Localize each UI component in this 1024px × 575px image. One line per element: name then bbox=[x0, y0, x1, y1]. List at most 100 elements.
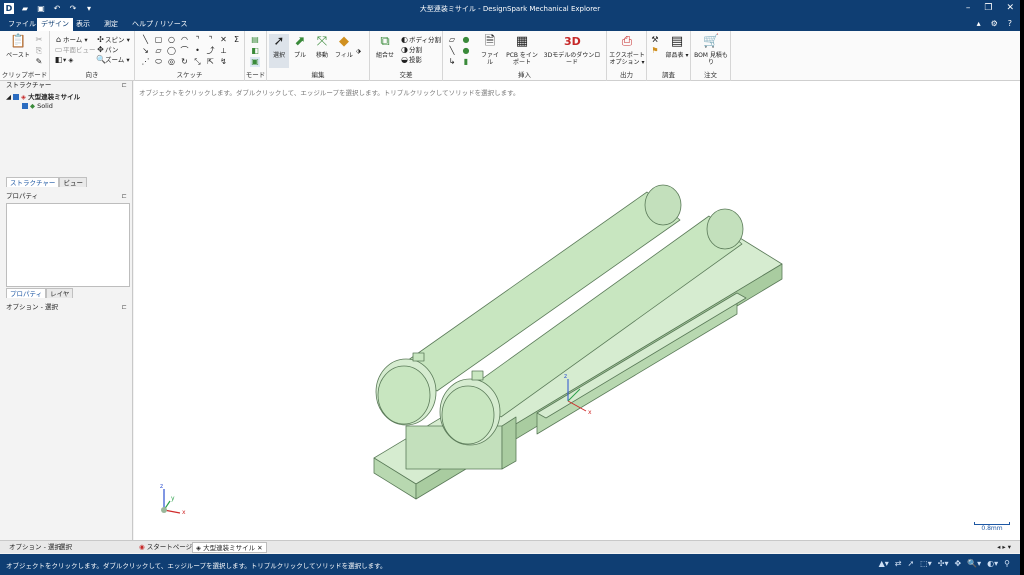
tab-file[interactable]: ファイル bbox=[4, 18, 40, 31]
split-icon: ◑ bbox=[401, 45, 408, 54]
export-options-button[interactable]: ⎙ エクスポートオプション ▾ bbox=[609, 34, 645, 66]
project-button[interactable]: ◒投影 bbox=[400, 55, 422, 65]
point-icon[interactable]: • bbox=[193, 46, 202, 56]
sketch-mode-icon[interactable]: ▤ bbox=[250, 35, 260, 45]
ellipse-icon[interactable]: ⬭ bbox=[154, 57, 163, 67]
pan-status-icon[interactable]: ✥ bbox=[954, 559, 961, 568]
title-bar: D ▰ ▣ ↶ ↷ ▾ 大型連装ミサイル - DesignSpark Mecha… bbox=[0, 0, 1020, 18]
model-canvas[interactable] bbox=[134, 81, 1020, 540]
tab-selection[interactable]: 選択 bbox=[56, 542, 75, 553]
arc2-icon[interactable]: ⌒ bbox=[180, 46, 189, 56]
move-button[interactable]: ⤧ 移動 bbox=[313, 34, 331, 59]
paste-button[interactable]: 📋 ペースト bbox=[6, 34, 30, 59]
cylinder-icon[interactable]: ▮ bbox=[461, 57, 471, 67]
copy-icon[interactable]: ⎘ bbox=[34, 46, 44, 56]
3d-mode-icon[interactable]: ▣ bbox=[250, 57, 260, 67]
plane-view-button[interactable]: ▭平面ビュー bbox=[54, 45, 96, 55]
tab-scroll-arrows[interactable]: ◂ ▸ ▾ bbox=[994, 542, 1014, 553]
select-button[interactable]: ➚ 選択 bbox=[269, 34, 289, 68]
pull-button[interactable]: ⬈ プル bbox=[291, 34, 309, 59]
axis-icon[interactable]: ╲ bbox=[447, 46, 457, 56]
circle-icon[interactable]: ○ bbox=[167, 35, 176, 45]
mirror-icon[interactable]: ⟂ bbox=[219, 46, 228, 56]
combine-button[interactable]: ⧉ 組合せ bbox=[373, 34, 397, 59]
measure-icon[interactable]: ⚒ bbox=[650, 35, 660, 45]
pin-icon[interactable]: ⊏ bbox=[122, 303, 127, 312]
group-output: ⎙ エクスポートオプション ▾ 出力 bbox=[607, 31, 647, 81]
move-sketch-icon[interactable]: ⇱ bbox=[206, 57, 215, 67]
3d-viewport[interactable]: オブジェクトをクリックします。ダブルクリックして、エッジループを選択します。トリ… bbox=[134, 81, 1020, 540]
construction-line-icon[interactable]: ⋰ bbox=[141, 57, 150, 67]
model-download-button[interactable]: 3D 3Dモデルのダウンロード bbox=[541, 34, 603, 66]
cut-icon[interactable]: ✂ bbox=[34, 35, 44, 45]
insert-file-button[interactable]: 🗎 ファイル bbox=[479, 34, 501, 66]
pin-icon[interactable]: ⊏ bbox=[122, 192, 127, 201]
bend-icon[interactable]: ↯ bbox=[219, 57, 228, 67]
check-icon[interactable]: ⚑ bbox=[650, 46, 660, 56]
settings-icon[interactable]: ⚙ bbox=[991, 19, 998, 28]
tab-views[interactable]: ビュー bbox=[59, 177, 87, 187]
sum-icon[interactable]: Σ bbox=[232, 35, 241, 45]
arc-icon[interactable]: ◠ bbox=[180, 35, 189, 45]
tree-item-solid[interactable]: ◆ Solid bbox=[6, 102, 80, 111]
cart-icon: 🛒 bbox=[703, 34, 720, 49]
close-icon[interactable]: ✕ bbox=[1006, 3, 1014, 14]
box-select-icon[interactable]: ⬚▾ bbox=[920, 559, 932, 568]
select-filter-icon[interactable]: ⇄ bbox=[895, 559, 902, 568]
tab-layers[interactable]: レイヤ bbox=[46, 288, 74, 298]
tab-document[interactable]: ◈ 大型連装ミサイル ✕ bbox=[192, 542, 267, 553]
pointer-icon[interactable]: ➚ bbox=[907, 559, 914, 568]
parts-table-button[interactable]: ▤ 部品表 ▾ bbox=[664, 34, 690, 59]
circle3p-icon[interactable]: ◯ bbox=[167, 46, 176, 56]
rectangle-icon[interactable]: ▢ bbox=[154, 35, 163, 45]
bom-quote-button[interactable]: 🛒 BOM 見積もり bbox=[693, 34, 729, 66]
line-icon[interactable]: ╲ bbox=[141, 35, 150, 45]
tab-help[interactable]: ヘルプ / リソース bbox=[128, 18, 191, 31]
format-painter-icon[interactable]: ✎ bbox=[34, 57, 44, 67]
split-body-button[interactable]: ◐ボディ分割 bbox=[400, 35, 441, 45]
tangent-arc-icon[interactable]: ↻ bbox=[180, 57, 189, 67]
fill-button[interactable]: ◆ フィル bbox=[335, 34, 353, 59]
pcb-import-button[interactable]: ▦ PCB をインポート bbox=[505, 34, 539, 66]
spin-button[interactable]: ✣スピン ▾ bbox=[96, 35, 130, 45]
cross-icon[interactable]: ✕ bbox=[219, 35, 228, 45]
section-mode-icon[interactable]: ◧ bbox=[250, 46, 260, 56]
sphere-icon[interactable]: ● bbox=[461, 35, 471, 45]
offset-icon[interactable]: ⤴ bbox=[206, 46, 215, 56]
corner-icon[interactable]: ⌝ bbox=[193, 35, 202, 45]
blend-icon[interactable]: ⬗ bbox=[356, 47, 361, 56]
view-cube-button[interactable]: ◧▾ ◈ bbox=[54, 55, 74, 65]
options-header: オプション - 選択 ⊏ bbox=[6, 303, 127, 312]
trim-icon[interactable]: ⌝ bbox=[206, 35, 215, 45]
zoom-button[interactable]: 🔍ズーム ▾ bbox=[96, 55, 130, 65]
group-clipboard: 📋 ペースト ✂ ⎘ ✎ クリップボード bbox=[0, 31, 50, 81]
tab-properties[interactable]: プロパティ bbox=[6, 288, 47, 298]
spin-status-icon[interactable]: ✣▾ bbox=[938, 559, 949, 568]
tab-start-page[interactable]: ◉ スタートページ bbox=[136, 542, 195, 553]
render-icon[interactable]: ◐▾ bbox=[987, 559, 998, 568]
plane-icon[interactable]: ▱ bbox=[447, 35, 457, 45]
minimize-icon[interactable]: – bbox=[966, 3, 971, 14]
tab-view[interactable]: 表示 bbox=[72, 18, 94, 31]
concentric-icon[interactable]: ◎ bbox=[167, 57, 176, 67]
zoom-status-icon[interactable]: 🔍▾ bbox=[967, 559, 981, 568]
tab-measure[interactable]: 測定 bbox=[100, 18, 122, 31]
sphere2-icon[interactable]: ● bbox=[461, 46, 471, 56]
warning-icon[interactable]: ▲▾ bbox=[879, 559, 889, 568]
pan-button[interactable]: ✥パン bbox=[96, 45, 118, 55]
spline-icon[interactable]: ↘ bbox=[141, 46, 150, 56]
origin-icon[interactable]: ↳ bbox=[447, 57, 457, 67]
extend-icon[interactable]: ⤡ bbox=[193, 57, 202, 67]
snap-icon[interactable]: ⚲ bbox=[1004, 559, 1010, 568]
tab-design[interactable]: デザイン bbox=[37, 18, 73, 31]
restore-icon[interactable]: ❐ bbox=[984, 3, 992, 14]
tree-root[interactable]: ◢ ◈ 大型連装ミサイル bbox=[6, 93, 80, 102]
user-icon[interactable]: ? bbox=[1008, 19, 1012, 28]
tab-structure[interactable]: ストラクチャー bbox=[6, 177, 60, 187]
help-icon[interactable]: ▴ bbox=[977, 19, 981, 28]
home-view-button[interactable]: ⌂ ホーム ▾ bbox=[54, 35, 88, 45]
pin-icon[interactable]: ⊏ bbox=[122, 81, 127, 90]
iso-icon: ◈ bbox=[68, 56, 74, 64]
split-button[interactable]: ◑分割 bbox=[400, 45, 422, 55]
polygon-icon[interactable]: ▱ bbox=[154, 46, 163, 56]
